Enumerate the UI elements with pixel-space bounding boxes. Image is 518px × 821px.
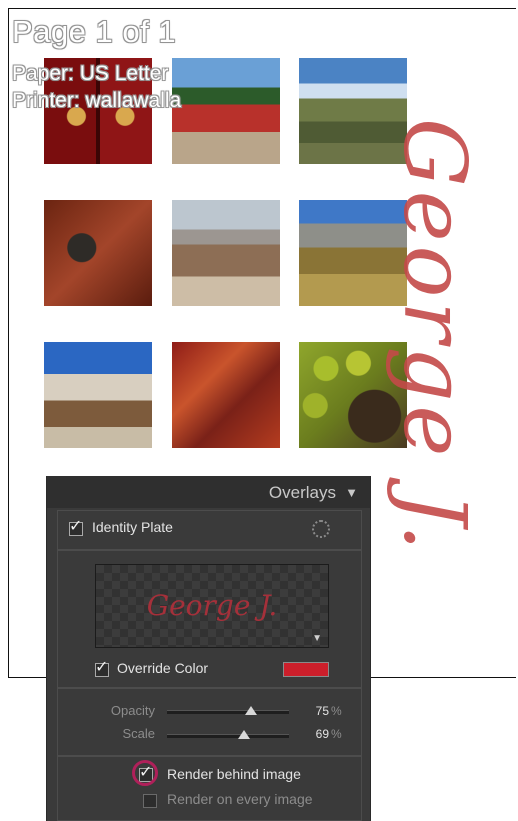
render-on-every-image-checkbox[interactable] [143, 794, 157, 808]
plate-preview-text: George J. [146, 589, 278, 622]
panel-title: Overlays [268, 483, 336, 502]
opacity-label: Opacity [110, 703, 155, 718]
collapse-triangle-icon[interactable]: ▼ [345, 485, 358, 500]
plate-menu-arrow-icon[interactable]: ▼ [312, 633, 322, 644]
opacity-slider-thumb[interactable] [245, 706, 257, 715]
photo-weaving-hands[interactable] [172, 342, 280, 448]
paper-size: Paper: US Letter [12, 62, 169, 85]
overlays-panel-header[interactable]: Overlays ▼ [47, 476, 370, 508]
identity-plate-watermark: George J. [384, 118, 484, 555]
callout-highlight-circle [132, 760, 158, 786]
override-color-label: Override Color [117, 660, 209, 676]
opacity-unit: % [331, 704, 342, 718]
render-behind-image-label: Render behind image [167, 766, 301, 782]
identity-plate-rotate-icon[interactable] [312, 520, 330, 538]
opacity-slider-track[interactable] [167, 710, 289, 714]
scale-unit: % [331, 727, 342, 741]
page-count: Page 1 of 1 [12, 14, 177, 49]
overlays-panel: Overlays ▼ ✓ Identity Plate George J. ▼ … [46, 476, 371, 821]
override-color-checkbox[interactable]: ✓ [95, 659, 109, 677]
scale-slider-track[interactable] [167, 734, 289, 738]
photo-palace[interactable] [172, 200, 280, 306]
photo-temple[interactable] [172, 58, 280, 164]
checkmark-icon: ✓ [95, 659, 109, 676]
checkmark-icon: ✓ [69, 518, 83, 535]
opacity-value[interactable]: 75 [307, 704, 329, 718]
identity-plate-checkbox[interactable]: ✓ [69, 518, 83, 536]
identity-plate-label: Identity Plate [92, 519, 173, 535]
identity-plate-preview[interactable]: George J. ▼ [95, 564, 329, 648]
scale-value[interactable]: 69 [307, 727, 329, 741]
opacity-scale-section [57, 688, 362, 756]
photo-stupa[interactable] [44, 342, 152, 448]
scale-label: Scale [122, 726, 155, 741]
scale-slider-thumb[interactable] [238, 730, 250, 739]
override-color-swatch[interactable] [283, 662, 329, 677]
render-on-every-image-label: Render on every image [167, 791, 313, 807]
printer-name: Printer: wallawalla [12, 89, 182, 112]
photo-door-knocker[interactable] [44, 200, 152, 306]
